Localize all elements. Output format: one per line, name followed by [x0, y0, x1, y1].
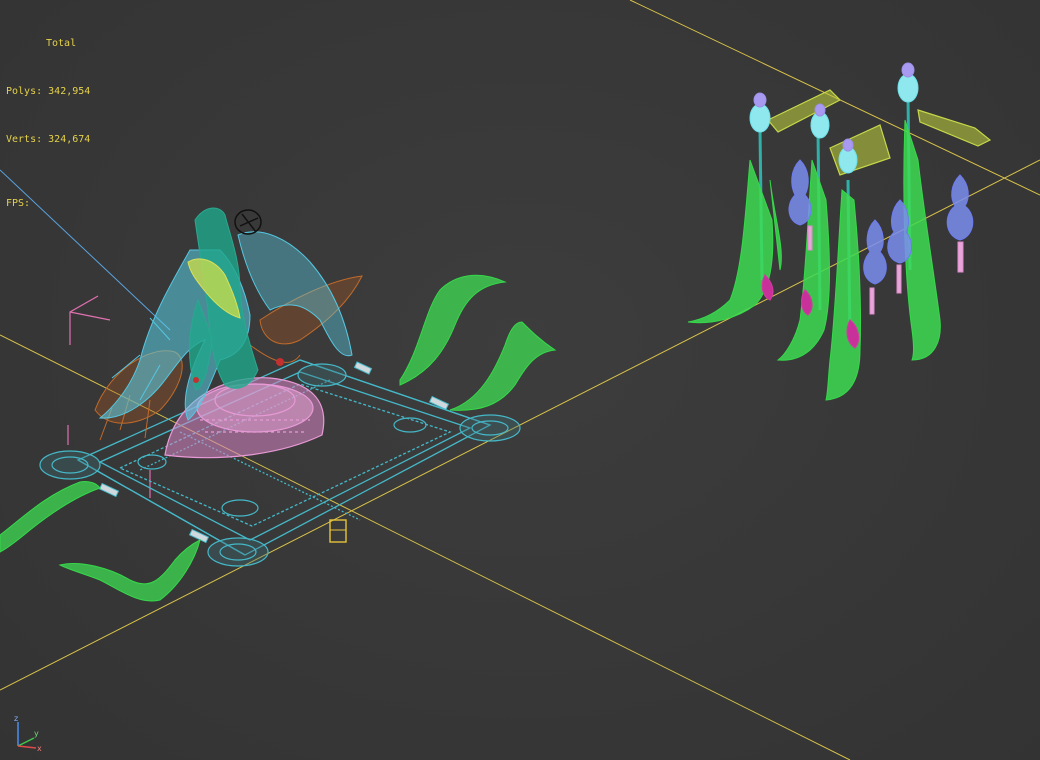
axis-z-label: z	[14, 714, 18, 723]
3d-viewport[interactable]: Total Polys: 342,954 Verts: 324,674 FPS:…	[0, 0, 1040, 760]
wheel-back-left	[297, 363, 347, 387]
ribbon-bottom	[58, 539, 201, 602]
polys-label: Polys:	[6, 86, 43, 97]
wheel-front-right	[207, 537, 269, 567]
axis-x-label: x	[37, 744, 42, 752]
viewport-statistics: Total Polys: 342,954 Verts: 324,674 FPS:	[6, 4, 90, 244]
verts-value: 324,674	[48, 134, 91, 145]
stats-polys: Polys: 342,954	[6, 84, 90, 100]
wheel-front-left	[39, 450, 101, 480]
axis-tripod-icon: z y x	[14, 714, 42, 752]
verts-label: Verts:	[6, 134, 43, 145]
wheel-back-right	[459, 414, 521, 442]
ribbon-mid	[449, 321, 557, 411]
stats-fps: FPS:	[6, 196, 90, 212]
axis-y-label: y	[34, 729, 39, 738]
ribbon-left	[0, 481, 101, 553]
stats-title: Total	[46, 38, 77, 49]
polys-value: 342,954	[48, 86, 91, 97]
viewport-scene[interactable]	[0, 0, 1040, 760]
ribbon-top	[399, 274, 507, 386]
tassel-rack-wireframe[interactable]	[687, 62, 992, 401]
stats-verts: Verts: 324,674	[6, 132, 90, 148]
black-helmet-wireframe[interactable]	[234, 209, 262, 235]
fps-label: FPS:	[6, 198, 31, 209]
selection-gizmo-box	[329, 519, 347, 543]
